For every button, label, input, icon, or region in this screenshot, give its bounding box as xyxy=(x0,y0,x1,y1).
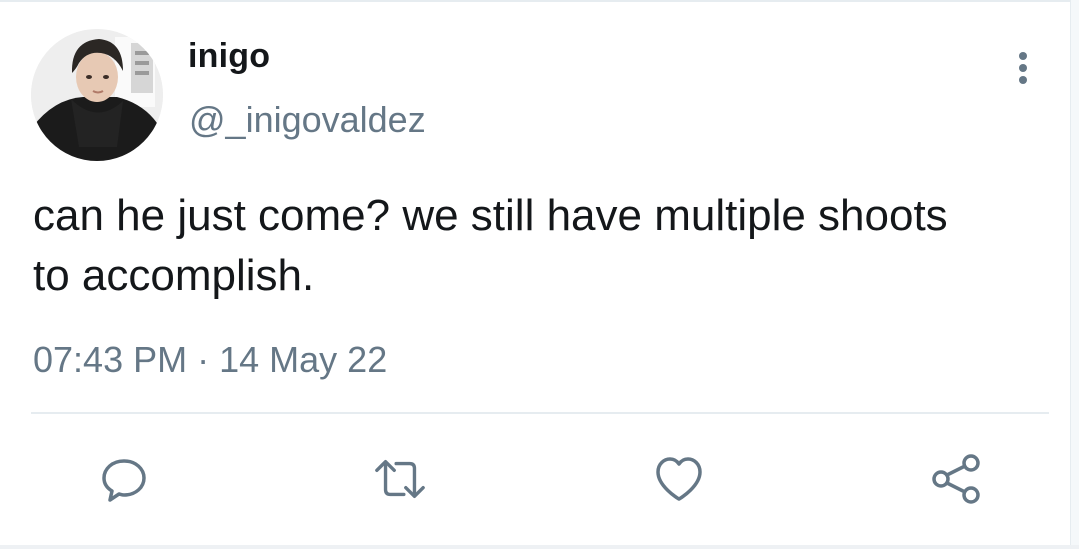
retweet-icon xyxy=(375,459,425,499)
tweet-time: 07:43 PM xyxy=(33,339,188,380)
share-button[interactable] xyxy=(929,452,983,506)
share-icon xyxy=(932,454,980,504)
reply-icon xyxy=(102,459,146,502)
tweet-text: can he just come? we still have multiple… xyxy=(33,191,948,300)
like-button[interactable] xyxy=(652,452,706,506)
avatar[interactable] xyxy=(31,29,163,161)
retweet-button[interactable] xyxy=(373,452,427,506)
tweet-timestamp[interactable]: 07:43 PM · 14 May 22 xyxy=(33,339,387,381)
bottom-border xyxy=(0,545,1079,549)
avatar-image xyxy=(31,29,163,161)
display-name[interactable]: inigo xyxy=(188,37,270,76)
divider xyxy=(31,412,1049,414)
user-handle[interactable]: @_inigovaldez xyxy=(189,99,426,141)
timestamp-separator: · xyxy=(197,339,210,380)
more-vertical-icon[interactable] xyxy=(1008,48,1038,88)
scrollbar-edge xyxy=(1070,0,1079,549)
top-border xyxy=(0,0,1079,2)
reply-button[interactable] xyxy=(97,452,151,506)
like-icon xyxy=(656,457,702,501)
tweet-date: 14 May 22 xyxy=(219,339,388,380)
